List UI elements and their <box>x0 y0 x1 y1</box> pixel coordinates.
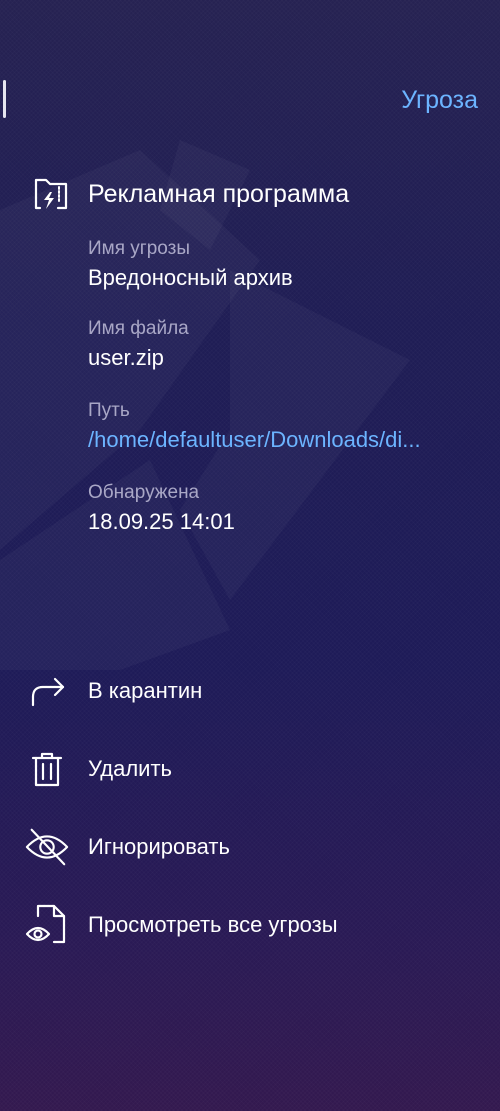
detected-value: 18.09.25 14:01 <box>88 509 235 534</box>
quarantine-label: В карантин <box>88 678 203 703</box>
file-name-field: Имя файла user.zip <box>88 318 189 372</box>
threat-type-label: Рекламная программа <box>88 179 350 208</box>
forward-arrow-icon <box>24 668 70 714</box>
path-label: Путь <box>88 400 130 421</box>
threat-type-row: Рекламная программа <box>28 172 349 216</box>
path-link[interactable]: /home/defaultuser/Downloads/di... <box>88 426 421 454</box>
ignore-label: Игнорировать <box>88 834 230 859</box>
threat-name-field: Имя угрозы Вредоносный архив <box>88 238 293 292</box>
delete-label: Удалить <box>88 756 172 781</box>
page-title: Угроза <box>401 86 478 114</box>
scroll-indicator <box>3 80 6 118</box>
eye-off-icon <box>24 824 70 870</box>
file-name-value: user.zip <box>88 345 164 370</box>
view-all-threats-button[interactable]: Просмотреть все угрозы <box>24 902 338 948</box>
threat-name-value: Вредоносный архив <box>88 265 293 290</box>
delete-button[interactable]: Удалить <box>24 746 172 792</box>
file-name-label: Имя файла <box>88 318 189 339</box>
document-eye-icon <box>24 902 70 948</box>
view-all-threats-label: Просмотреть все угрозы <box>88 912 338 937</box>
threat-name-label: Имя угрозы <box>88 238 191 259</box>
quarantine-button[interactable]: В карантин <box>24 668 202 714</box>
folder-lightning-icon <box>28 172 72 216</box>
trash-icon <box>24 746 70 792</box>
detected-field: Обнаружена 18.09.25 14:01 <box>88 482 235 536</box>
ignore-button[interactable]: Игнорировать <box>24 824 230 870</box>
path-field: Путь /home/defaultuser/Downloads/di... <box>88 400 421 454</box>
detected-label: Обнаружена <box>88 482 200 503</box>
